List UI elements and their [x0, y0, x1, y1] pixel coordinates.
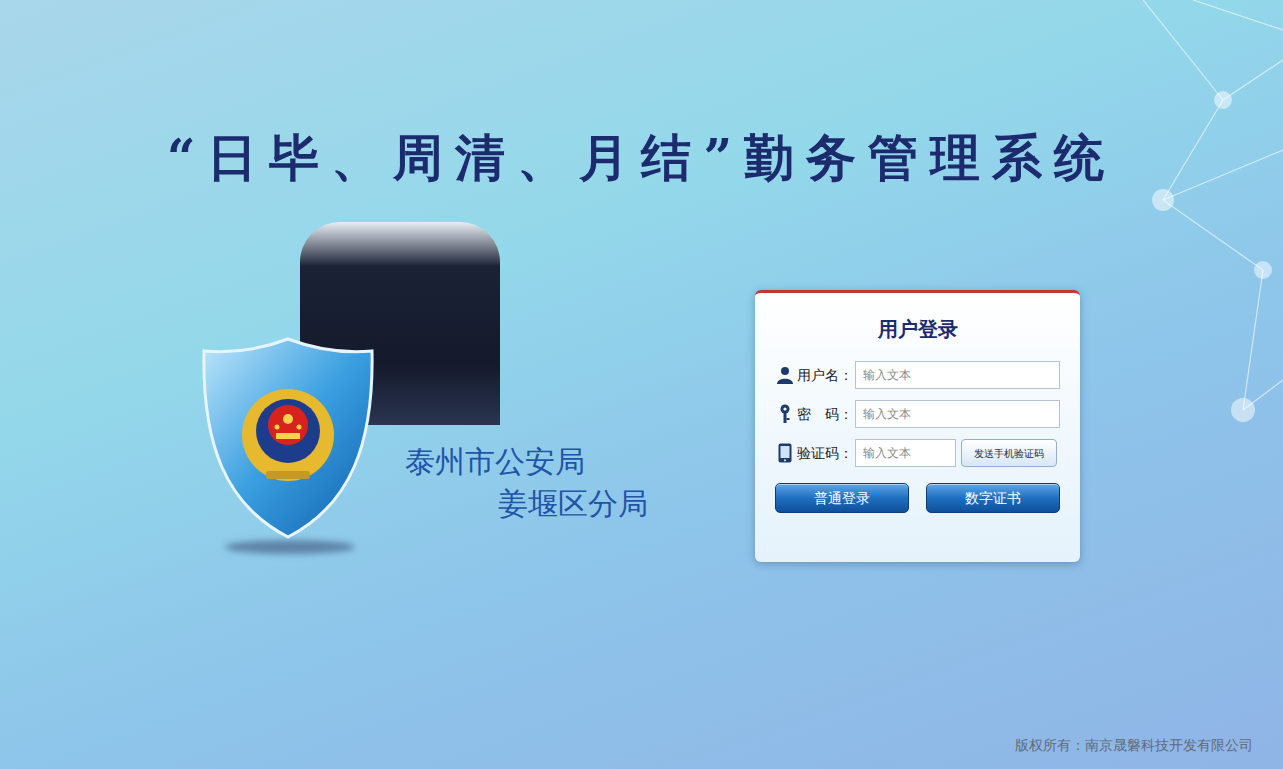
copyright: 版权所有：南京晟磐科技开发有限公司 [1015, 737, 1253, 753]
login-field: 验证码： 发送手机验证码 [775, 439, 1060, 467]
login-buttons: 普通登录数字证书 [775, 483, 1060, 513]
certificate-login-button[interactable]: 数字证书 [926, 483, 1060, 513]
login-heading: 用户登录 [775, 315, 1060, 343]
login-field: 密 码： [775, 400, 1060, 428]
login-field: 用户名： [775, 361, 1060, 389]
org-branch: 姜堰区分局 [498, 486, 648, 522]
field-label: 密 码： [797, 404, 855, 425]
login-fields: 用户名： 密 码： 验证码： 发送手机验证码 [775, 361, 1060, 467]
login-page: “日毕、周清、月结”勤务管理系统 泰州市公安局 [0, 0, 1283, 769]
system-title: “日毕、周清、月结”勤务管理系统 [0, 126, 1283, 190]
field-label: 用户名： [797, 365, 855, 386]
field-label: 验证码： [797, 443, 855, 464]
password-input[interactable] [855, 400, 1060, 428]
user-input[interactable] [855, 361, 1060, 389]
network-decoration-icon [1123, 0, 1283, 440]
captcha-input[interactable] [855, 439, 956, 467]
header: “日毕、周清、月结”勤务管理系统 [0, 0, 1283, 200]
normal-login-button[interactable]: 普通登录 [775, 483, 909, 513]
main-row: 泰州市公安局 姜堰区分局 用户登录 用户名： 密 码： 验证码： 发送手机验证码 普通… [0, 222, 1283, 562]
login-panel: 用户登录 用户名： 密 码： 验证码： 发送手机验证码 普通登录数字证书 [755, 290, 1080, 562]
key-icon [775, 404, 795, 424]
user-icon [775, 365, 795, 385]
shield-shadow [225, 540, 355, 554]
footer: 版权所有：南京晟磐科技开发有限公司 [1015, 733, 1253, 757]
branding: 泰州市公安局 姜堰区分局 [200, 222, 670, 562]
phone-icon [775, 443, 795, 463]
org-city: 泰州市公安局 [405, 444, 585, 480]
send-sms-button[interactable]: 发送手机验证码 [961, 439, 1057, 467]
police-shield-icon [200, 335, 376, 541]
